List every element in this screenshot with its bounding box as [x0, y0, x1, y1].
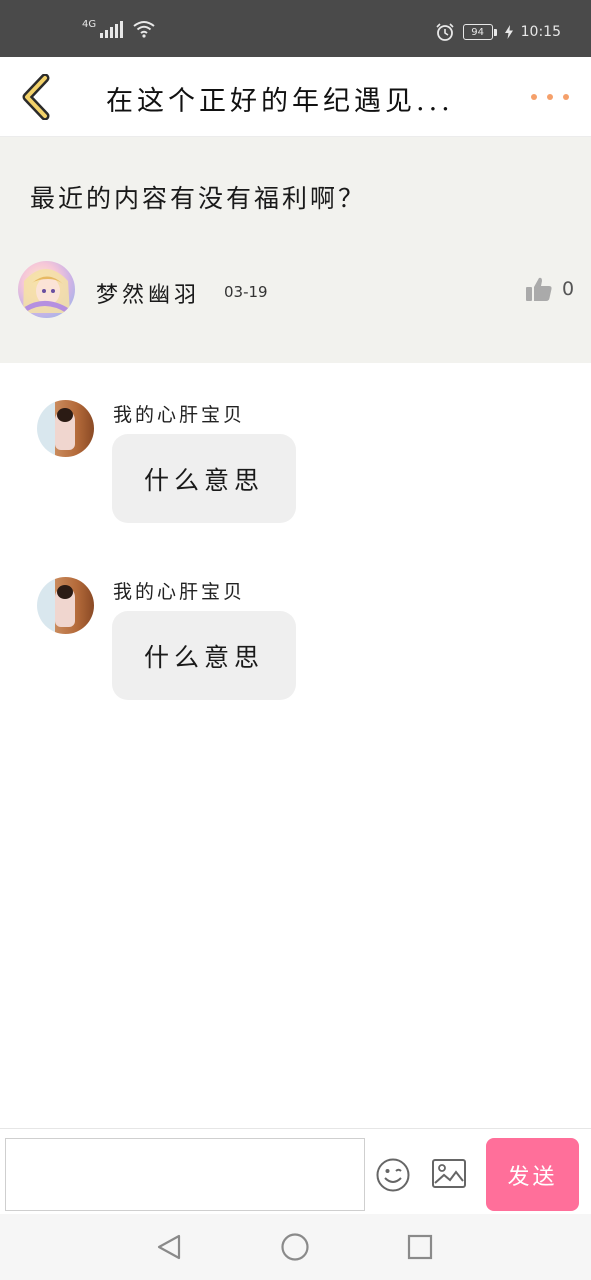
- status-bar: 4G 94 10:15: [0, 0, 591, 57]
- nav-recents-icon: [407, 1234, 433, 1260]
- wifi-icon: [133, 21, 155, 38]
- comment-bubble: 什么意思: [112, 611, 296, 700]
- battery-level: 94: [462, 24, 493, 40]
- chevron-left-icon: [22, 74, 50, 120]
- network-type: 4G: [82, 19, 97, 30]
- status-right: 94 10:15: [435, 22, 561, 42]
- nav-back-button[interactable]: [151, 1230, 187, 1264]
- post-author: 梦然幽羽: [96, 283, 201, 308]
- comment-item: 我的心肝宝贝 什么意思: [0, 577, 591, 707]
- more-button[interactable]: [531, 85, 569, 109]
- avatar[interactable]: [37, 577, 94, 634]
- header: 在这个正好的年纪遇见...: [0, 57, 591, 137]
- charging-icon: [504, 25, 513, 39]
- image-button[interactable]: [431, 1157, 467, 1191]
- like-button[interactable]: 0: [526, 277, 574, 301]
- alarm-icon: [436, 23, 454, 41]
- comment-bubble: 什么意思: [112, 434, 296, 523]
- nav-home-button[interactable]: [277, 1230, 313, 1264]
- post-date: 03-19: [224, 283, 268, 301]
- avatar[interactable]: [18, 261, 75, 318]
- emoji-button[interactable]: [375, 1157, 411, 1193]
- system-nav-bar: [0, 1214, 591, 1280]
- nav-recents-button[interactable]: [402, 1230, 438, 1264]
- thumbs-up-icon: [526, 277, 552, 301]
- like-count: 0: [562, 278, 575, 300]
- input-bar: 发送: [0, 1128, 591, 1214]
- comment-item: 我的心肝宝贝 什么意思: [0, 400, 591, 530]
- comment-author: 我的心肝宝贝: [113, 404, 246, 426]
- nav-home-icon: [281, 1233, 309, 1261]
- nav-back-icon: [157, 1234, 181, 1260]
- send-button[interactable]: 发送: [486, 1138, 579, 1211]
- page-title: 在这个正好的年纪遇见...: [106, 86, 454, 117]
- signal-icon: [100, 20, 124, 38]
- post-question: 最近的内容有没有福利啊？: [30, 184, 367, 213]
- back-button[interactable]: [14, 71, 58, 123]
- status-left: 4G: [82, 20, 155, 38]
- battery-icon: 94: [462, 24, 497, 40]
- clock: 10:15: [520, 24, 561, 40]
- more-dots-icon: [531, 94, 537, 100]
- avatar-art: [23, 269, 70, 314]
- message-input[interactable]: [5, 1138, 365, 1211]
- avatar[interactable]: [37, 400, 94, 457]
- emoji-icon: [376, 1158, 410, 1192]
- image-icon: [432, 1159, 466, 1188]
- comment-author: 我的心肝宝贝: [113, 581, 246, 603]
- post-card: 最近的内容有没有福利啊？ 梦然幽羽 03-19 0: [0, 137, 591, 363]
